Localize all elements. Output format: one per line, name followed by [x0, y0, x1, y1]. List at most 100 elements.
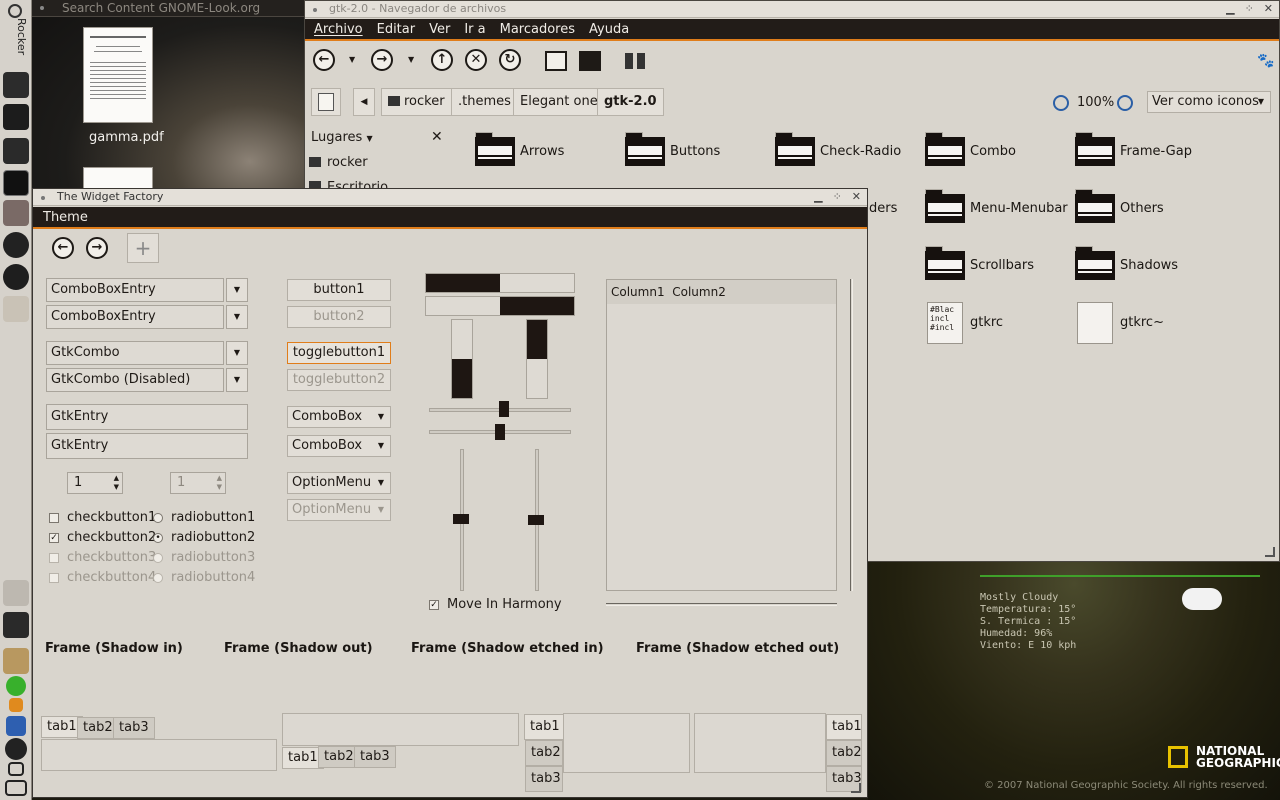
column-header-2[interactable]: Column2 [672, 285, 726, 299]
widget-factory-titlebar[interactable]: The Widget Factory ▁ ⁘ ✕ [33, 189, 867, 206]
combo-box-entry-1[interactable]: ComboBoxEntry ▼ [46, 278, 248, 302]
folder-icon[interactable] [775, 132, 815, 166]
stop-icon[interactable]: ✕ [465, 49, 487, 71]
back-arrow-icon[interactable]: ← [52, 237, 74, 259]
combobox-1[interactable]: ComboBox ▼ [287, 406, 391, 428]
folder-buttons[interactable]: Buttons [670, 144, 720, 159]
reload-icon[interactable]: ↻ [499, 49, 521, 71]
document-icon[interactable] [3, 296, 29, 322]
drive-icon[interactable] [3, 138, 29, 164]
add-icon[interactable]: + [127, 233, 159, 263]
folder-check-radio[interactable]: Check-Radio [820, 144, 901, 159]
text-file-icon[interactable]: #Blac incl #incl [927, 302, 963, 344]
computer-icon[interactable] [3, 104, 29, 130]
media-player-icon[interactable] [3, 232, 29, 258]
folder-shadows[interactable]: Shadows [1120, 258, 1178, 273]
move-in-harmony-checkbox[interactable]: ✓ Move In Harmony [425, 597, 562, 613]
maximize-button[interactable]: ⁘ [1245, 1, 1254, 17]
stats-icon[interactable] [6, 716, 26, 736]
binoculars-icon[interactable] [625, 53, 645, 69]
hscale-2-handle[interactable] [495, 424, 505, 440]
places-item-escritorio[interactable]: Escritorio [309, 180, 388, 188]
breadcrumb-themes[interactable]: .themes [451, 88, 518, 116]
gtk-combo-1[interactable]: GtkCombo ▼ [46, 341, 248, 365]
volume-icon[interactable] [3, 580, 29, 606]
maximize-button[interactable]: ⁘ [833, 189, 842, 205]
combo-box-entry-text[interactable]: ComboBoxEntry [46, 305, 224, 329]
checkbox-icon[interactable] [49, 513, 59, 523]
button-1[interactable]: button1 [287, 279, 391, 301]
second-file-icon[interactable] [83, 167, 153, 189]
folder-icon[interactable] [1075, 246, 1115, 280]
folder-icon[interactable] [1075, 189, 1115, 223]
gtk-entry-2[interactable]: GtkEntry [46, 433, 248, 459]
folder-combo[interactable]: Combo [970, 144, 1016, 159]
side-pane-selector[interactable]: Lugares ▼ [311, 130, 373, 145]
folder-icon[interactable] [925, 132, 965, 166]
pdf-file-icon[interactable] [83, 27, 153, 123]
chevron-down-icon[interactable]: ▼ [226, 278, 248, 302]
folder-menu-menubar[interactable]: Menu-Menubar [970, 201, 1068, 216]
window-menu-icon[interactable] [40, 6, 44, 10]
computer-icon[interactable] [579, 51, 601, 71]
radiobutton-2[interactable]: • radiobutton2 [149, 530, 255, 546]
gtk-combo-text[interactable]: GtkCombo [46, 341, 224, 365]
combo-box-entry-2[interactable]: ComboBoxEntry ▼ [46, 305, 248, 329]
breadcrumb-scroll-left-icon[interactable]: ◀ [353, 88, 375, 116]
combobox-2[interactable]: ComboBox ▼ [287, 435, 391, 457]
back-history-chevron-icon[interactable]: ▼ [349, 55, 355, 64]
menu-theme[interactable]: Theme [33, 210, 95, 225]
box-icon[interactable] [3, 648, 29, 674]
status-light-icon[interactable] [6, 676, 26, 696]
forward-arrow-icon[interactable]: → [86, 237, 108, 259]
radiobutton-1[interactable]: radiobutton1 [149, 510, 255, 526]
close-button[interactable]: ✕ [852, 189, 861, 205]
window-icon[interactable] [8, 762, 24, 776]
checkbutton-2[interactable]: ✓ checkbutton2 [45, 530, 156, 546]
tree-view[interactable]: Column1 Column2 [606, 279, 837, 591]
gtk-entry-1[interactable]: GtkEntry [46, 404, 248, 430]
menu-marcadores[interactable]: Marcadores [493, 22, 582, 37]
menu-icon[interactable] [8, 4, 22, 18]
file-browser-titlebar[interactable]: gtk-2.0 - Navegador de archivos ▁ ⁘ ✕ [305, 1, 1279, 18]
spin-button-1[interactable]: 1 ▲ ▼ [67, 472, 123, 494]
menu-ayuda[interactable]: Ayuda [582, 22, 636, 37]
up-arrow-icon[interactable]: ↑ [431, 49, 453, 71]
breadcrumb-rocker[interactable]: rocker [381, 88, 452, 116]
combo-box-entry-text[interactable]: ComboBoxEntry [46, 278, 224, 302]
trash-icon[interactable] [3, 612, 29, 638]
menu-ir-a[interactable]: Ir a [457, 22, 492, 37]
package-icon[interactable] [3, 200, 29, 226]
places-item-rocker[interactable]: rocker [309, 155, 368, 170]
forward-history-chevron-icon[interactable]: ▼ [408, 55, 414, 64]
vscale-2-handle[interactable] [528, 515, 544, 525]
minimize-button[interactable]: ▁ [1226, 1, 1234, 17]
folder-frame-gap[interactable]: Frame-Gap [1120, 144, 1192, 159]
radio-selected-icon[interactable]: • [153, 533, 163, 543]
zoom-level[interactable]: 100% [1077, 95, 1114, 110]
folder-arrows[interactable]: Arrows [520, 144, 564, 159]
blank-file-icon[interactable] [1077, 302, 1113, 344]
resize-grip-icon[interactable] [1265, 547, 1275, 557]
hscale-1-handle[interactable] [499, 401, 509, 417]
zoom-out-icon[interactable] [1053, 95, 1069, 111]
checkbox-checked-icon[interactable]: ✓ [49, 533, 59, 543]
menu-ver[interactable]: Ver [422, 22, 457, 37]
option-menu-1[interactable]: OptionMenu ▼ [287, 472, 391, 494]
spin-arrows-icon[interactable]: ▲ ▼ [114, 474, 119, 492]
disc-icon[interactable] [5, 738, 27, 760]
forward-arrow-icon[interactable]: → [371, 49, 393, 71]
chevron-down-icon[interactable]: ▼ [226, 305, 248, 329]
folder-icon[interactable] [3, 72, 29, 98]
folder-partial-label[interactable]: ders [869, 201, 897, 216]
checkbox-checked-icon[interactable]: ✓ [429, 600, 439, 610]
notebook-top-tab-3[interactable]: tab3 [113, 717, 155, 739]
togglebutton-1[interactable]: togglebutton1 [287, 342, 391, 364]
home-folder-icon[interactable] [545, 51, 567, 71]
edit-location-icon[interactable] [311, 88, 341, 116]
globe-icon[interactable] [3, 264, 29, 290]
folder-icon[interactable] [475, 132, 515, 166]
radio-icon[interactable] [153, 513, 163, 523]
workspace-icon[interactable] [5, 780, 27, 796]
pdf-file-label[interactable]: gamma.pdf [89, 130, 164, 145]
